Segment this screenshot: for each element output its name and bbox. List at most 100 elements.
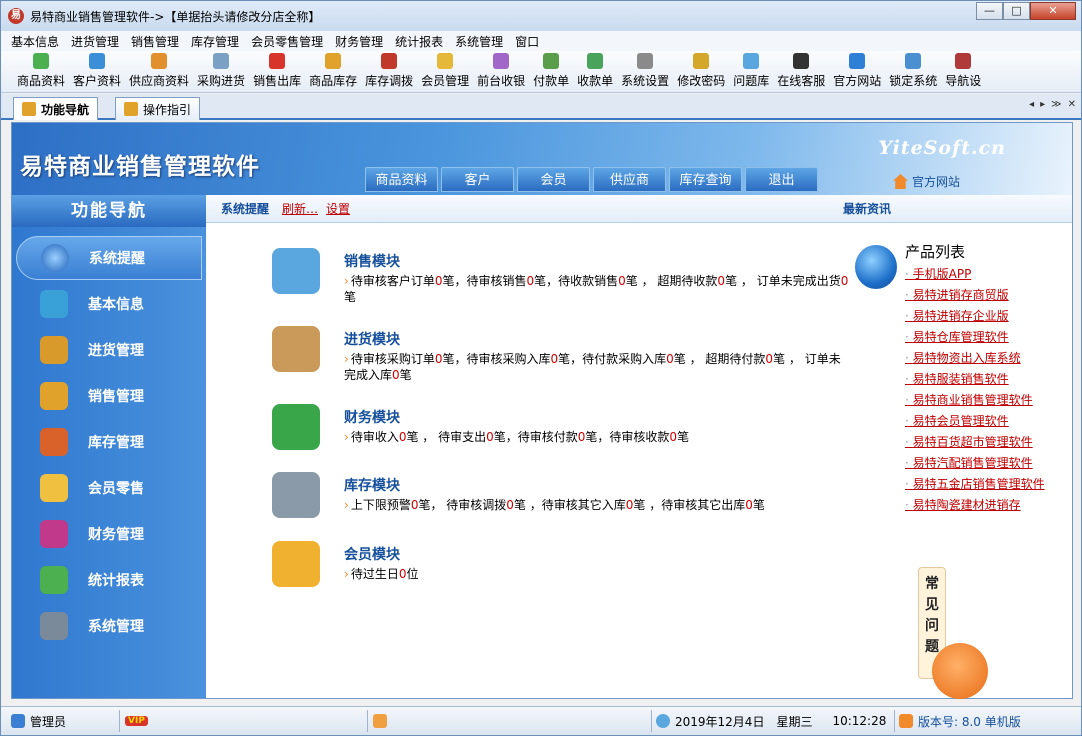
description-text: 笔 ， 订单未完成出货: [725, 274, 841, 288]
toolbar-icon: [955, 53, 972, 69]
toolbar-label: 库存调拨: [365, 74, 414, 88]
toolbar-button-16[interactable]: 锁定系统: [885, 51, 941, 92]
sidebar-item-icon: [40, 382, 68, 410]
toolbar-button-14[interactable]: 在线客服: [773, 51, 829, 92]
topnav-exit[interactable]: 退出: [745, 167, 818, 192]
sidebar-item-0[interactable]: 系统提醒: [16, 236, 202, 280]
maximize-button[interactable]: □: [1003, 2, 1030, 20]
menu-member-retail[interactable]: 会员零售管理: [251, 33, 323, 50]
description-text: 笔 ，待审核其它入库: [513, 498, 626, 512]
sidebar-item-4[interactable]: 库存管理: [12, 420, 206, 464]
tab-label: 操作指引: [143, 102, 192, 117]
sidebar-item-icon: [40, 474, 68, 502]
sidebar-item-8[interactable]: 系统管理: [12, 604, 206, 648]
sidebar-item-5[interactable]: 会员零售: [12, 466, 206, 510]
menu-inventory[interactable]: 库存管理: [191, 33, 239, 50]
menu-purchase[interactable]: 进货管理: [71, 33, 119, 50]
app-window: 易 易特商业销售管理软件->【单据抬头请修改分店全称】 — □ ✕ 基本信息 进…: [0, 0, 1082, 736]
product-link[interactable]: 易特物资出入库系统: [905, 349, 1045, 370]
minimize-button[interactable]: —: [976, 2, 1003, 20]
description-text: 笔 ，待审核其它出库: [633, 498, 746, 512]
product-link[interactable]: 易特仓库管理软件: [905, 328, 1045, 349]
topnav-members[interactable]: 会员: [517, 167, 590, 192]
sidebar-item-label: 库存管理: [88, 435, 144, 451]
tab-scroll-right-icon[interactable]: ▸: [1040, 99, 1045, 110]
globe-download-icon: [855, 245, 897, 289]
description-text: 待审核客户订单: [350, 274, 435, 288]
menu-system[interactable]: 系统管理: [455, 33, 503, 50]
close-button[interactable]: ✕: [1030, 2, 1076, 20]
sidebar-item-6[interactable]: 财务管理: [12, 512, 206, 556]
sidebar-item-1[interactable]: 基本信息: [12, 282, 206, 326]
module-description: › 待审核采购订单0笔，待审核采购入库0笔，待付款采购入库0笔 ， 超期待付款0笔…: [344, 351, 849, 383]
menu-finance[interactable]: 财务管理: [335, 33, 383, 50]
guide-icon: [124, 102, 138, 116]
product-link[interactable]: 易特商业销售管理软件: [905, 391, 1045, 412]
banner-title: 易特商业销售管理软件: [20, 154, 260, 180]
module-title[interactable]: 会员模块: [344, 544, 400, 564]
settings-link[interactable]: 设置: [326, 200, 350, 217]
toolbar-icon: [905, 53, 922, 69]
menu-window[interactable]: 窗口: [515, 33, 539, 50]
toolbar-button-15[interactable]: 官方网站: [829, 51, 885, 92]
module-title[interactable]: 销售模块: [344, 251, 400, 271]
tab-operation-guide[interactable]: 操作指引: [115, 97, 201, 120]
product-link[interactable]: 易特汽配销售管理软件: [905, 454, 1045, 475]
description-text: 笔 ， 超期待收款: [625, 274, 718, 288]
tab-list-icon[interactable]: ≫: [1051, 99, 1061, 110]
tab-scroll-left-icon[interactable]: ◂: [1029, 99, 1034, 110]
sidebar-item-2[interactable]: 进货管理: [12, 328, 206, 372]
toolbar-button-10[interactable]: 收款单: [573, 51, 617, 92]
toolbar-button-11[interactable]: 系统设置: [617, 51, 673, 92]
toolbar-button-4[interactable]: 销售出库: [249, 51, 305, 92]
tab-close-icon[interactable]: ✕: [1068, 99, 1076, 110]
toolbar-button-0[interactable]: 商品资料: [13, 51, 69, 92]
count-value: 0: [745, 498, 753, 512]
arrow-icon: ›: [344, 430, 349, 444]
toolbar-button-1[interactable]: 客户资料: [69, 51, 125, 92]
toolbar-button-9[interactable]: 付款单: [529, 51, 573, 92]
toolbar-button-12[interactable]: 修改密码: [673, 51, 729, 92]
toolbar-button-7[interactable]: 会员管理: [417, 51, 473, 92]
product-link[interactable]: 易特进销存企业版: [905, 307, 1045, 328]
description-text: 待过生日: [350, 567, 399, 581]
module-title[interactable]: 财务模块: [344, 407, 400, 427]
menu-sales[interactable]: 销售管理: [131, 33, 179, 50]
arrow-icon: ›: [344, 274, 349, 288]
module-title[interactable]: 库存模块: [344, 475, 400, 495]
toolbar-button-2[interactable]: 供应商资料: [125, 51, 193, 92]
menu-basic-info[interactable]: 基本信息: [11, 33, 59, 50]
product-link[interactable]: 易特服装销售软件: [905, 370, 1045, 391]
toolbar-label: 销售出库: [253, 74, 302, 88]
arrow-icon: ›: [344, 352, 349, 366]
toolbar-button-3[interactable]: 采购进货: [193, 51, 249, 92]
toolbar-button-6[interactable]: 库存调拨: [361, 51, 417, 92]
toolbar-button-13[interactable]: 问题库: [729, 51, 773, 92]
refresh-link[interactable]: 刷新…: [282, 200, 318, 217]
sidebar-item-3[interactable]: 销售管理: [12, 374, 206, 418]
sidebar-item-7[interactable]: 统计报表: [12, 558, 206, 602]
topnav-stock-query[interactable]: 库存查询: [669, 167, 742, 192]
product-link[interactable]: 易特百货超市管理软件: [905, 433, 1045, 454]
module-title[interactable]: 进货模块: [344, 329, 400, 349]
toolbar-button-5[interactable]: 商品库存: [305, 51, 361, 92]
tab-function-nav[interactable]: 功能导航: [13, 97, 99, 120]
topnav-products[interactable]: 商品资料: [365, 167, 438, 192]
status-mascot: [373, 712, 392, 730]
product-link[interactable]: 易特会员管理软件: [905, 412, 1045, 433]
toolbar-button-8[interactable]: 前台收银: [473, 51, 529, 92]
description-text: 笔: [344, 290, 357, 304]
description-text: 笔，待付款采购入库: [558, 352, 667, 366]
product-link[interactable]: 易特五金店销售管理软件: [905, 475, 1045, 496]
topnav-suppliers[interactable]: 供应商: [593, 167, 666, 192]
official-site-link[interactable]: 官方网站: [892, 173, 960, 190]
product-link[interactable]: 手机版APP: [905, 265, 1045, 286]
topnav-customers[interactable]: 客户: [441, 167, 514, 192]
toolbar-button-17[interactable]: 导航设: [941, 51, 985, 92]
product-link[interactable]: 易特进销存商贸版: [905, 286, 1045, 307]
user-name: 管理员: [30, 714, 67, 729]
menu-bar: 基本信息 进货管理 销售管理 库存管理 会员零售管理 财务管理 统计报表 系统管…: [1, 31, 1081, 51]
product-link[interactable]: 易特陶瓷建材进销存: [905, 496, 1045, 517]
menu-reports[interactable]: 统计报表: [395, 33, 443, 50]
sidebar-item-icon: [40, 428, 68, 456]
